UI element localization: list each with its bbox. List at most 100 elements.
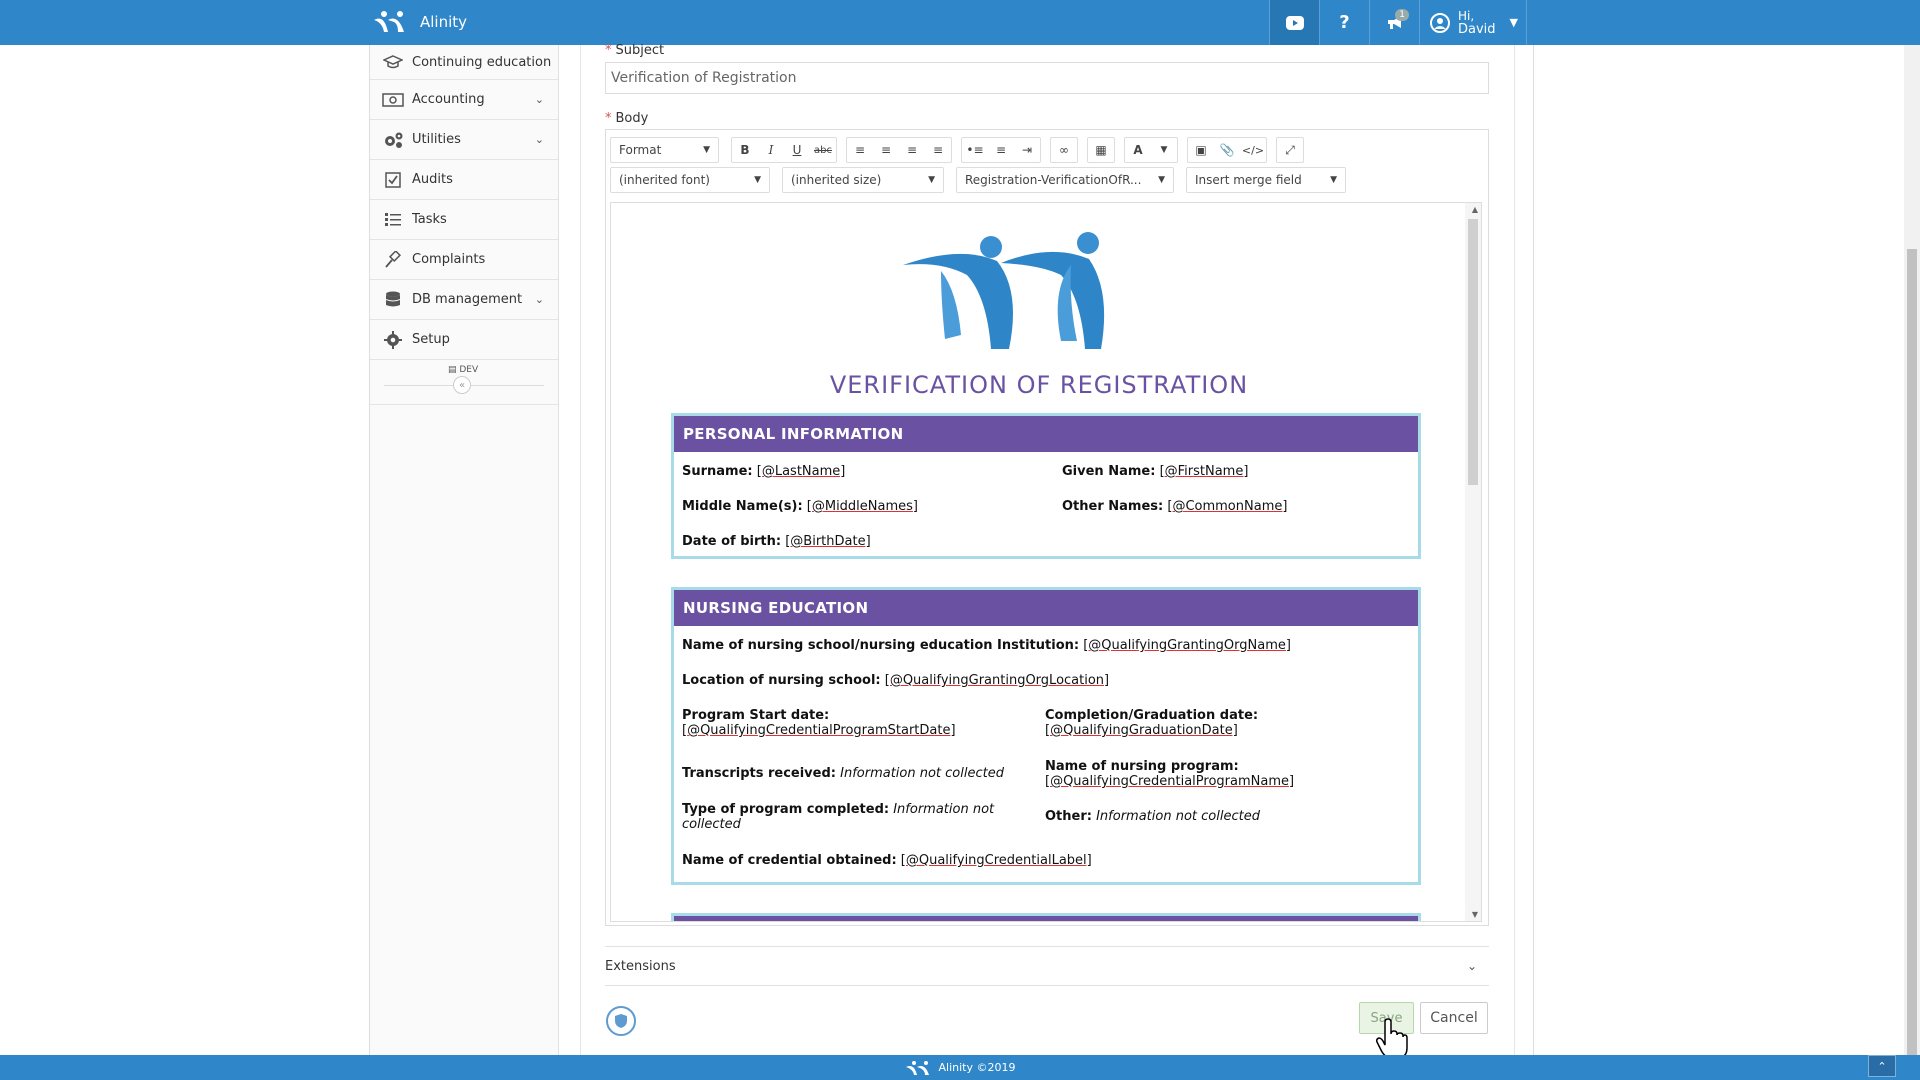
sidebar-item-utilities[interactable]: Utilities ⌄ [370,120,558,160]
section-heading: NURSING EDUCATION [674,590,1418,626]
code-icon[interactable]: </> [1240,138,1266,162]
checkbox-icon [382,171,404,189]
given-name-merge-field: [@FirstName] [1159,464,1249,479]
attachment-icon[interactable]: 📎 [1214,138,1240,162]
insert-group: ▣ 📎 </> [1187,137,1267,163]
credential-label: Name of credential obtained: [682,853,897,868]
start-date-label: Program Start date: [682,708,830,723]
scroll-up-icon[interactable]: ▲ [1472,205,1478,214]
bullet-list-icon[interactable]: •≡ [962,138,988,162]
align-justify-icon[interactable]: ≡ [925,138,951,162]
sidebar-item-continuing-education[interactable]: Continuing education [370,45,558,80]
chevron-down-icon: ⌄ [534,293,544,306]
page-scrollbar[interactable] [1904,45,1920,1055]
nursing-education-section: NURSING EDUCATION Name of nursing school… [671,587,1421,885]
table-icon[interactable]: ▦ [1088,138,1114,162]
sidebar-item-tasks[interactable]: Tasks [370,200,558,240]
link-group: ∞ [1050,137,1078,163]
bold-button[interactable]: B [732,138,758,162]
sidebar-item-label: Continuing education [412,54,552,70]
sidebar-item-label: Accounting [412,92,485,107]
link-icon[interactable]: ∞ [1051,138,1077,162]
editor-content-area[interactable]: VERIFICATION OF REGISTRATION PERSONAL IN… [610,202,1482,922]
merge-field-select[interactable]: Insert merge field ▼ [1186,167,1346,193]
font-select-value: (inherited font) [619,173,710,187]
underline-button[interactable]: U [784,138,810,162]
chevron-down-icon: ⌄ [1466,959,1477,973]
template-select[interactable]: Registration-VerificationOfR... ▼ [956,167,1174,193]
footer-text: Alinity ©2019 [938,1061,1016,1074]
scroll-down-icon[interactable]: ▼ [1472,910,1478,919]
sidebar-item-complaints[interactable]: Complaints [370,240,558,280]
location-label: Location of nursing school: [682,673,881,688]
align-left-icon[interactable]: ≡ [847,138,873,162]
caret-down-icon: ▼ [928,175,935,185]
env-label: ▤ DEV [448,365,479,375]
brand[interactable]: Alinity [372,10,467,34]
image-icon[interactable]: ▣ [1188,138,1214,162]
program-type-label: Type of program completed: [682,802,890,817]
double-chevron-up-icon: ⌃ [1877,1059,1887,1073]
other-names-label: Other Names: [1062,499,1164,514]
caret-down-icon[interactable]: ▼ [1151,138,1177,162]
size-select-value: (inherited size) [791,173,882,187]
document-title: VERIFICATION OF REGISTRATION [829,371,1249,399]
indent-icon[interactable]: ⇥ [1014,138,1040,162]
credential-field: Name of credential obtained: [@Qualifyin… [682,853,1092,868]
subject-label-text: Subject [615,43,665,58]
scroll-to-top-button[interactable]: ⌃ [1868,1055,1896,1077]
cancel-button[interactable]: Cancel [1420,1002,1488,1034]
text-style-group: B I U abc [731,137,837,163]
align-center-icon[interactable]: ≡ [873,138,899,162]
strikethrough-button[interactable]: abc [810,138,836,162]
page-scrollbar-thumb[interactable] [1907,249,1917,1055]
alinity-logo-icon [903,232,1105,349]
rich-text-editor: Format ▼ B I U abc ≡ ≡ ≡ ≡ •≡ ≡ ⇥ ∞ ▦ A ▼ [605,129,1489,926]
caret-down-icon: ▼ [703,145,710,155]
align-right-icon[interactable]: ≡ [899,138,925,162]
video-button[interactable] [1269,0,1319,45]
extensions-panel[interactable]: Extensions ⌄ [605,946,1489,986]
color-group: A ▼ [1124,137,1178,163]
sidebar-item-db-management[interactable]: DB management ⌄ [370,280,558,320]
format-select[interactable]: Format ▼ [610,137,719,163]
security-button[interactable] [606,1006,636,1036]
scrollbar-thumb[interactable] [1468,219,1478,485]
question-icon: ? [1339,12,1350,33]
tasks-icon [382,211,404,229]
size-select[interactable]: (inherited size) ▼ [782,167,944,193]
shield-icon [615,1014,627,1028]
sidebar-item-label: Tasks [412,212,447,227]
middle-name-field: Middle Name(s): [@MiddleNames] [682,499,918,514]
template-select-value: Registration-VerificationOfR... [965,173,1142,187]
numbered-list-icon[interactable]: ≡ [988,138,1014,162]
given-name-label: Given Name: [1062,464,1156,479]
editor-scrollbar[interactable]: ▲ ▼ [1465,203,1481,921]
font-color-icon[interactable]: A [1125,138,1151,162]
user-menu-button[interactable]: Hi, David ▼ [1419,0,1527,45]
fullscreen-icon[interactable]: ⤢ [1277,138,1303,162]
footer: Alinity ©2019 [0,1055,1920,1080]
app-name: Alinity [420,13,468,31]
dob-label: Date of birth: [682,534,782,549]
env-text: DEV [459,365,479,375]
completion-date-field: Completion/Graduation date: [@QualifyingG… [1045,708,1258,738]
help-button[interactable]: ? [1319,0,1369,45]
subject-input[interactable]: Verification of Registration [605,62,1489,94]
transcripts-value: Information not collected [840,766,1004,781]
sidebar-item-audits[interactable]: Audits [370,160,558,200]
completion-date-merge-field: [@QualifyingGraduationDate] [1045,723,1238,738]
school-field: Name of nursing school/nursing education… [682,638,1291,653]
gavel-icon [382,250,404,269]
subject-label: * Subject [605,43,665,58]
caret-down-icon: ▼ [1158,175,1165,185]
announcements-button[interactable]: 1 [1369,0,1419,45]
school-label: Name of nursing school/nursing education… [682,638,1080,653]
location-field: Location of nursing school: [@Qualifying… [682,673,1109,688]
font-select[interactable]: (inherited font) ▼ [610,167,770,193]
italic-button[interactable]: I [758,138,784,162]
collapse-sidebar-button[interactable]: « [453,376,471,394]
sidebar-item-setup[interactable]: Setup [370,320,558,360]
sidebar-item-accounting[interactable]: Accounting ⌄ [370,80,558,120]
completion-date-label: Completion/Graduation date: [1045,708,1259,723]
